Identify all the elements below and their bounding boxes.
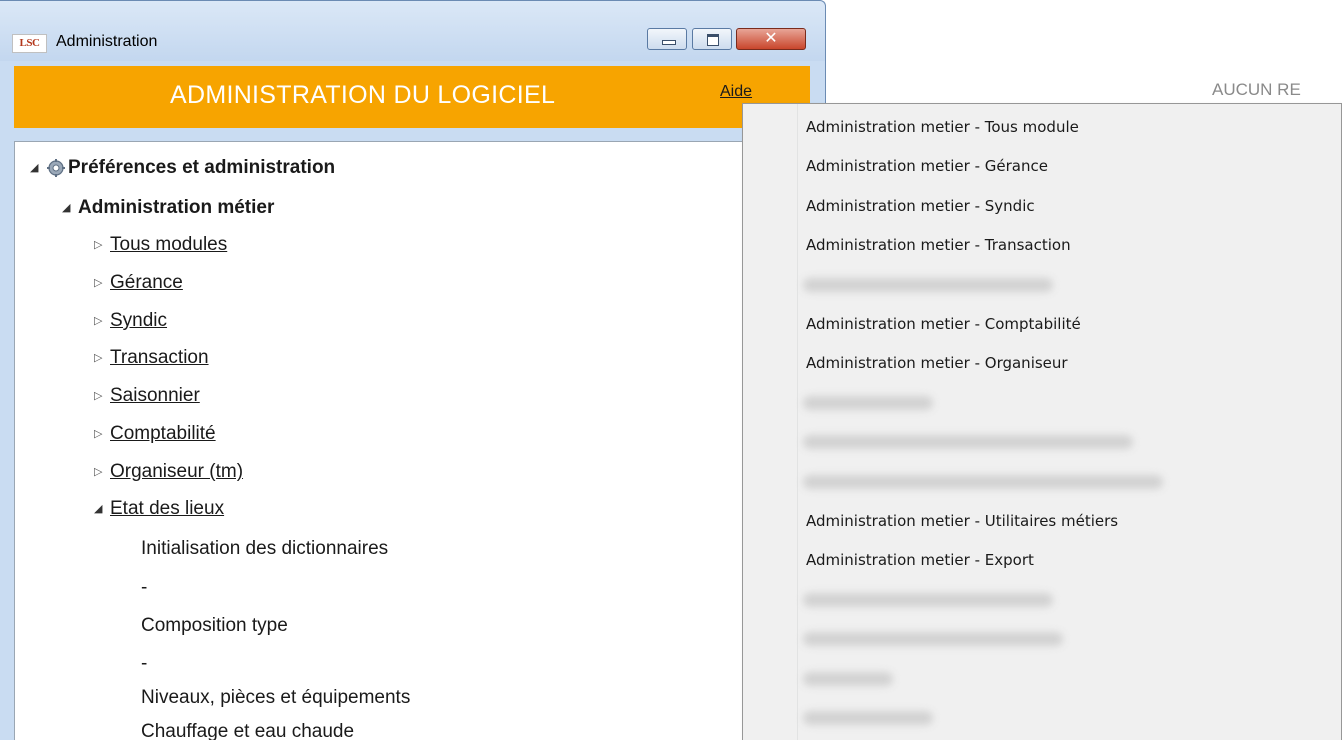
tree-module-item[interactable]: ▷ Comptabilité [94,420,216,448]
tree-module-label[interactable]: Syndic [110,310,167,331]
menu-item[interactable]: Administration metier - Syndic [806,191,1035,221]
header-title: ADMINISTRATION DU LOGICIEL [170,81,556,109]
tree-leaf-item[interactable]: Initialisation des dictionnaires [141,535,388,563]
collapse-arrow-icon[interactable]: ◢ [30,154,46,182]
tree-root-item[interactable]: ◢ Préférences et administration [30,154,335,182]
window-title: Administration [56,33,158,50]
menu-item[interactable]: Administration metier - Transaction [806,230,1071,260]
tree-module-item[interactable]: ▷ Transaction [94,344,209,372]
tree-module-item[interactable]: ▷ Gérance [94,269,183,297]
expand-arrow-icon[interactable]: ▷ [94,269,110,297]
expand-arrow-icon[interactable]: ▷ [94,458,110,486]
tree-module-label[interactable]: Organiseur (tm) [110,461,243,482]
tree-module-item[interactable]: ▷ Syndic [94,307,167,335]
maximize-button[interactable] [692,28,732,50]
collapse-arrow-icon[interactable]: ◢ [94,495,110,523]
menu-item[interactable]: Administration metier - Export [806,545,1034,575]
menu-item[interactable]: Administration metier - Utilitaires méti… [806,506,1118,536]
tree-group-item[interactable]: ◢ Administration métier [62,194,274,222]
tree-leaf-item[interactable]: Composition type [141,612,288,640]
tree-group-label: Administration métier [78,197,275,219]
app-logo-icon: LSC [12,34,47,53]
gear-icon [47,159,65,177]
tree-module-item[interactable]: ▷ Saisonnier [94,382,200,410]
tree-module-item[interactable]: ▷ Tous modules [94,231,227,259]
expand-arrow-icon[interactable]: ▷ [94,382,110,410]
menu-item-obscured[interactable] [803,711,933,725]
menu-item-obscured[interactable] [803,475,1163,489]
menu-item-obscured[interactable] [803,278,1053,292]
close-button[interactable]: ✕ [736,28,806,50]
minimize-icon [662,40,676,45]
tree-module-label[interactable]: Etat des lieux [110,498,224,519]
screen: AUCUN RE LSC Administration ✕ ADMINISTRA… [0,0,1342,740]
tree-module-label[interactable]: Gérance [110,272,183,293]
tree-leaf-item[interactable]: Chauffage et eau chaude [141,718,354,740]
title-bar[interactable]: LSC Administration ✕ [0,1,825,61]
close-icon: ✕ [764,30,778,47]
maximize-icon [707,34,719,46]
menu-icon-gutter [743,104,798,740]
tree-module-label[interactable]: Tous modules [110,234,227,255]
tree-module-item[interactable]: ◢ Etat des lieux [94,495,224,523]
tree-module-label[interactable]: Transaction [110,347,209,368]
tree-leaf-item[interactable]: Niveaux, pièces et équipements [141,684,410,712]
menu-item-obscured[interactable] [803,632,1063,646]
menu-item[interactable]: Administration metier - Organiseur [806,348,1068,378]
help-dropdown-menu: Administration metier - Tous module Admin… [742,103,1342,740]
expand-arrow-icon[interactable]: ▷ [94,231,110,259]
background-status-text: AUCUN RE [1212,80,1301,99]
menu-item-obscured[interactable] [803,435,1133,449]
menu-item-obscured[interactable] [803,396,933,410]
tree-root-label: Préférences et administration [68,157,336,179]
menu-item-obscured[interactable] [803,672,893,686]
expand-arrow-icon[interactable]: ▷ [94,307,110,335]
menu-item-obscured[interactable] [803,593,1053,607]
tree-module-label[interactable]: Saisonnier [110,385,200,406]
minimize-button[interactable] [647,28,687,50]
expand-arrow-icon[interactable]: ▷ [94,420,110,448]
administration-window: LSC Administration ✕ ADMINISTRATION DU L… [0,0,826,740]
tree-separator: - [141,653,148,674]
expand-arrow-icon[interactable]: ▷ [94,344,110,372]
collapse-arrow-icon[interactable]: ◢ [62,194,78,222]
tree-separator: - [141,577,148,598]
tree-module-label[interactable]: Comptabilité [110,423,216,444]
menu-item[interactable]: Administration metier - Gérance [806,151,1048,181]
tree-module-item[interactable]: ▷ Organiseur (tm) [94,458,243,486]
menu-item[interactable]: Administration metier - Tous module [806,112,1079,142]
help-menu-link[interactable]: Aide [720,83,752,101]
menu-item[interactable]: Administration metier - Comptabilité [806,309,1081,339]
